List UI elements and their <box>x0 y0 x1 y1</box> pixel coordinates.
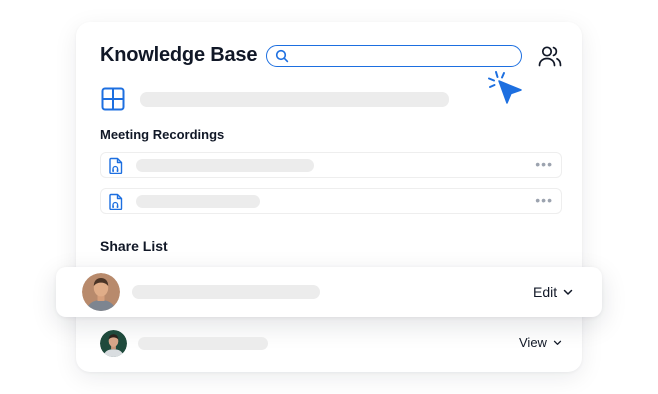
user-name-placeholder <box>132 285 320 299</box>
more-options-button[interactable]: ••• <box>535 156 553 172</box>
avatar <box>100 330 127 357</box>
permission-dropdown[interactable]: Edit <box>533 284 573 300</box>
user-name-placeholder <box>138 337 268 350</box>
kb-title-placeholder <box>140 92 449 107</box>
chevron-down-icon <box>553 340 562 345</box>
permission-label: View <box>519 335 547 350</box>
share-row-highlighted[interactable]: Edit <box>56 267 602 317</box>
page-title: Knowledge Base <box>100 44 258 66</box>
avatar <box>82 273 120 311</box>
permission-dropdown[interactable]: View <box>519 335 562 350</box>
permission-label: Edit <box>533 284 558 300</box>
recording-name-placeholder <box>136 195 260 208</box>
grid-icon[interactable] <box>101 87 125 111</box>
search-input[interactable] <box>293 46 513 66</box>
audio-file-icon <box>109 157 123 174</box>
click-cursor-icon <box>488 71 522 104</box>
users-icon[interactable] <box>538 45 562 67</box>
search-icon <box>275 49 289 63</box>
search-bar[interactable] <box>266 45 522 67</box>
recording-name-placeholder <box>136 159 314 172</box>
recording-item[interactable]: ••• <box>100 152 562 178</box>
share-row[interactable]: View <box>76 326 582 360</box>
recording-item[interactable]: ••• <box>100 188 562 214</box>
audio-file-icon <box>109 193 123 210</box>
section-title-meeting-recordings: Meeting Recordings <box>100 127 225 142</box>
more-options-button[interactable]: ••• <box>535 192 553 208</box>
section-title-share-list: Share List <box>100 238 168 254</box>
chevron-down-icon <box>563 289 573 295</box>
